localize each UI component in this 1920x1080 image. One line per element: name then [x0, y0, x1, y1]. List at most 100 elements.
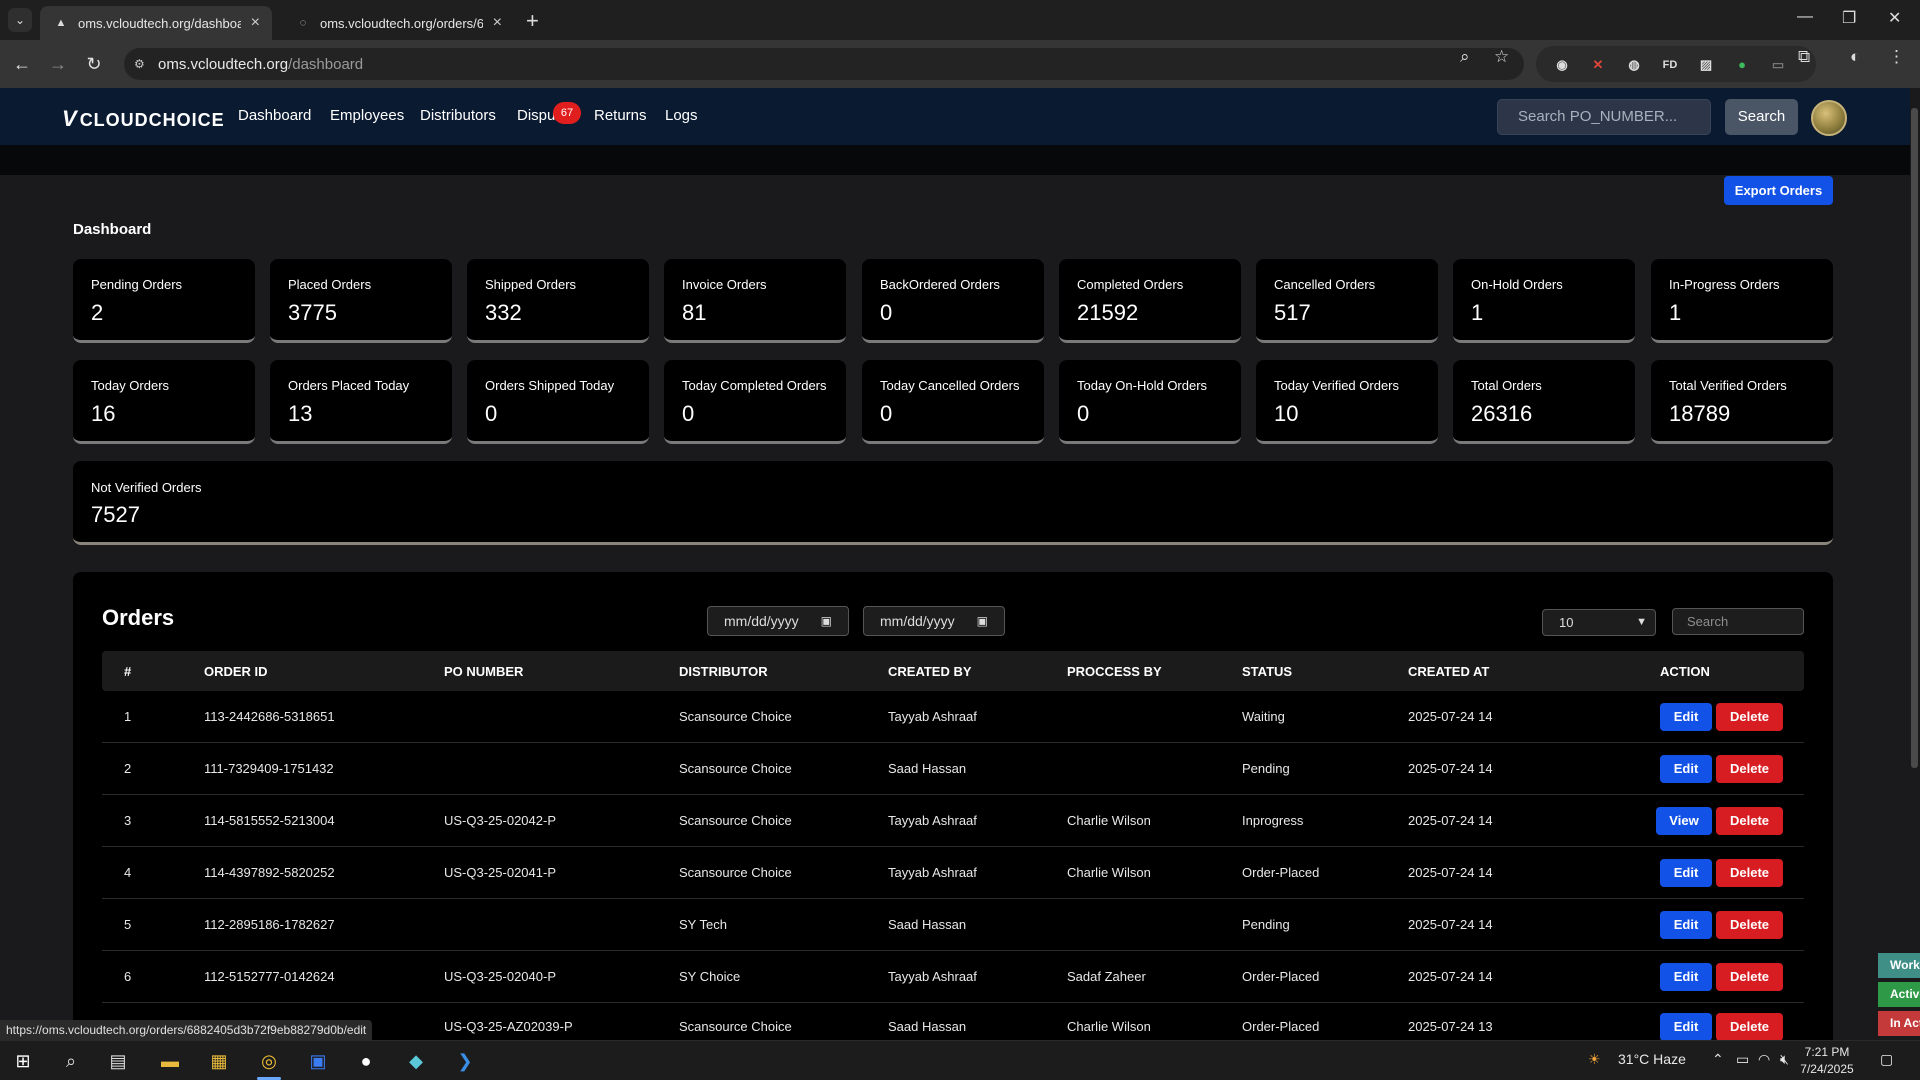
app-leaf-icon[interactable]: ● [352, 1047, 380, 1075]
browser-address-bar: ← → ↻ ⚙ oms.vcloudtech.org/dashboard ⌕ ☆… [0, 40, 1920, 88]
delete-button[interactable]: Delete [1716, 1013, 1783, 1040]
stat-card-invoice: Invoice Orders 81 [664, 259, 846, 343]
side-tag-work[interactable]: Work [1878, 953, 1920, 978]
stat-value: 332 [485, 300, 522, 325]
stat-value: 26316 [1471, 401, 1533, 426]
taskbar-clock[interactable]: 7:21 PM 7/24/2025 [1791, 1044, 1863, 1078]
battery-icon[interactable]: ▭ [1736, 1051, 1749, 1068]
search-button[interactable]: Search [1725, 99, 1798, 135]
tab-dashboard[interactable]: ▲ oms.vcloudtech.org/dashboard × [40, 6, 272, 40]
reload-icon[interactable]: ↻ [82, 52, 106, 76]
table-search-input[interactable]: Search [1672, 608, 1804, 635]
calendar-icon[interactable]: ▣ [977, 607, 988, 635]
close-icon[interactable]: × [493, 14, 502, 32]
extension-shield-icon[interactable]: ● [1732, 55, 1752, 75]
export-orders-button[interactable]: Export Orders [1724, 176, 1833, 205]
nav-distributors[interactable]: Distributors [420, 107, 496, 124]
cell-process-by: Charlie Wilson [1067, 865, 1151, 880]
tab-list-chevron-icon[interactable]: ⌄ [8, 8, 32, 32]
delete-button[interactable]: Delete [1716, 859, 1783, 887]
edit-button[interactable]: Edit [1660, 1013, 1712, 1040]
forward-arrow-icon[interactable]: → [46, 52, 70, 76]
minimize-icon[interactable]: — [1797, 8, 1813, 26]
volume-muted-icon[interactable]: 🔇︎ [1780, 1051, 1789, 1068]
page-scrollbar-thumb[interactable] [1911, 108, 1918, 768]
app-diamond-icon[interactable]: ◆ [402, 1047, 430, 1075]
delete-button[interactable]: Delete [1716, 807, 1783, 835]
stat-card-pending: Pending Orders 2 [73, 259, 255, 343]
browser-menu-icon[interactable]: ⋮ [1888, 47, 1905, 67]
cell-created-at: 2025-07-24 14 [1408, 761, 1493, 776]
tray-chevron-up-icon[interactable]: ⌃ [1712, 1051, 1724, 1068]
user-avatar[interactable] [1811, 100, 1847, 136]
store-icon[interactable]: ▦ [205, 1047, 233, 1075]
extension-card-icon[interactable]: ▭ [1768, 55, 1788, 75]
stat-card-placed: Placed Orders 3775 [270, 259, 452, 343]
chrome-icon[interactable]: ◎ [255, 1047, 283, 1075]
nav-underband [0, 145, 1920, 175]
extension-fd-icon[interactable]: FD [1660, 55, 1680, 75]
close-icon[interactable]: × [251, 14, 260, 32]
zoom-icon[interactable]: ⌕ [1460, 47, 1470, 67]
weather-text[interactable]: 31°C Haze [1618, 1051, 1686, 1067]
column-header: PO NUMBER [444, 664, 524, 679]
calendar-icon[interactable]: ▣ [821, 607, 832, 635]
tab-orders[interactable]: ◌ oms.vcloudtech.org/orders/688 × [282, 6, 514, 40]
site-info-icon[interactable]: ⚙ [134, 56, 150, 72]
extensions-puzzle-icon[interactable]: ⧉ [1798, 47, 1810, 67]
app-logo[interactable]: V CLOUDCHOICE [62, 106, 225, 132]
profile-icon[interactable]: ◐ [1850, 47, 1860, 67]
po-number-search-input[interactable]: Search PO_NUMBER... [1497, 99, 1711, 135]
edit-button[interactable]: Edit [1660, 911, 1712, 939]
delete-button[interactable]: Delete [1716, 703, 1783, 731]
table-row: 1 113-2442686-5318651 Scansource Choice … [102, 691, 1804, 743]
page-size-select[interactable]: 10 ▼ [1542, 609, 1656, 636]
delete-button[interactable]: Delete [1716, 911, 1783, 939]
nav-dashboard[interactable]: Dashboard [238, 107, 311, 124]
notification-icon[interactable]: ▢ [1880, 1051, 1893, 1068]
edit-button[interactable]: Edit [1660, 859, 1712, 887]
cell-distributor: Scansource Choice [679, 1019, 792, 1034]
nav-disputes[interactable]: Dispu [517, 107, 555, 124]
search-icon[interactable]: ⌕ [57, 1047, 85, 1075]
url-field[interactable]: ⚙ oms.vcloudtech.org/dashboard [124, 48, 1524, 80]
edit-button[interactable]: Edit [1660, 755, 1712, 783]
new-tab-plus-icon[interactable]: + [526, 8, 539, 34]
vscode-icon[interactable]: ❯ [451, 1047, 479, 1075]
cell-created-by: Tayyab Ashraaf [888, 813, 977, 828]
edit-button[interactable]: Edit [1660, 703, 1712, 731]
extension-image-icon[interactable]: ▨ [1696, 55, 1716, 75]
bookmark-star-icon[interactable]: ☆ [1494, 47, 1509, 67]
stat-card-in-progress: In-Progress Orders 1 [1651, 259, 1833, 343]
cell-created-at: 2025-07-24 14 [1408, 709, 1493, 724]
nav-returns[interactable]: Returns [594, 107, 647, 124]
nav-logs[interactable]: Logs [665, 107, 698, 124]
extension-globe-icon[interactable]: ◍ [1624, 55, 1644, 75]
stat-value: 3775 [288, 300, 337, 325]
stat-card-shipped: Shipped Orders 332 [467, 259, 649, 343]
windows-start-icon[interactable]: ⊞ [9, 1047, 37, 1075]
stat-card-cancelled: Cancelled Orders 517 [1256, 259, 1438, 343]
file-explorer-icon[interactable]: ▬ [156, 1047, 184, 1075]
task-view-icon[interactable]: ▤ [104, 1047, 132, 1075]
side-tag-inactive[interactable]: In Act [1878, 1011, 1920, 1036]
back-arrow-icon[interactable]: ← [10, 52, 34, 76]
delete-button[interactable]: Delete [1716, 755, 1783, 783]
wifi-icon[interactable]: ◠ [1758, 1051, 1770, 1068]
extension-x-icon[interactable]: ✕ [1588, 55, 1608, 75]
cell-po-number: US-Q3-25-02041-P [444, 865, 556, 880]
window-close-icon[interactable]: ✕ [1888, 8, 1901, 28]
table-row: 3 114-5815552-5213004 US-Q3-25-02042-P S… [102, 795, 1804, 847]
view-button[interactable]: View [1656, 807, 1712, 835]
restore-icon[interactable]: ❐ [1842, 8, 1856, 28]
stat-card-cancelled-today: Today Cancelled Orders 0 [862, 360, 1044, 444]
start-date-input[interactable]: mm/dd/yyyy ▣ [707, 606, 849, 636]
end-date-input[interactable]: mm/dd/yyyy ▣ [863, 606, 1005, 636]
edit-button[interactable]: Edit [1660, 963, 1712, 991]
delete-button[interactable]: Delete [1716, 963, 1783, 991]
zoom-app-icon[interactable]: ▣ [304, 1047, 332, 1075]
extension-glasses-icon[interactable]: ◉ [1552, 55, 1572, 75]
nav-employees[interactable]: Employees [330, 107, 404, 124]
side-tag-active[interactable]: Active [1878, 982, 1920, 1007]
cell-po-number: US-Q3-25-AZ02039-P [444, 1019, 573, 1034]
